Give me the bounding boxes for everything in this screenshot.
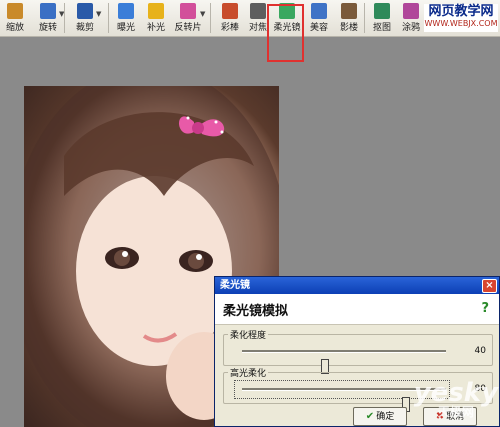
tool-rotate-button[interactable]: 旋转 ▼ bbox=[33, 2, 64, 34]
highlight-box bbox=[267, 4, 304, 62]
dialog-header: 柔光镜模拟 ? bbox=[215, 294, 499, 325]
focus-icon bbox=[250, 3, 266, 19]
tool-label: 曝光 bbox=[116, 23, 135, 33]
site-watermark-url: WWW.WEBJX.COM bbox=[424, 19, 498, 28]
tool-exposure-button[interactable]: 曝光 bbox=[114, 2, 138, 34]
site-watermark: 网页教学网 WWW.WEBJX.COM bbox=[424, 4, 498, 32]
tool-label: 彩棒 bbox=[220, 23, 239, 33]
cutout-icon bbox=[374, 3, 390, 19]
dropdown-arrow-icon[interactable]: ▼ bbox=[200, 10, 205, 18]
dropdown-arrow-icon[interactable]: ▼ bbox=[96, 10, 101, 18]
toolbar-separator bbox=[64, 3, 65, 33]
toolbar-separator bbox=[210, 3, 211, 33]
toolbar-separator bbox=[364, 3, 365, 33]
highlight-soften-label: 高光柔化 bbox=[228, 366, 269, 379]
dialog-heading: 柔光镜模拟 bbox=[223, 304, 289, 319]
tool-paint-button[interactable]: 涂鸦 bbox=[400, 2, 422, 34]
site-watermark-title: 网页教学网 bbox=[428, 4, 494, 19]
studio-icon bbox=[341, 3, 357, 19]
resize-icon bbox=[7, 3, 23, 19]
brush-icon bbox=[403, 3, 419, 19]
check-icon: ✔ bbox=[365, 411, 375, 422]
tool-label: 裁剪 bbox=[75, 23, 94, 33]
film-icon bbox=[180, 3, 196, 19]
tool-label: 旋转 bbox=[38, 23, 57, 33]
softness-value: 40 bbox=[474, 346, 486, 356]
tool-label: 补光 bbox=[146, 23, 165, 33]
tool-label: 缩放 bbox=[5, 23, 24, 33]
help-icon[interactable]: ? bbox=[481, 301, 489, 316]
face-icon bbox=[311, 3, 327, 19]
dialog-title: 柔光镜 bbox=[220, 280, 250, 291]
tool-crop-small-button[interactable]: 缩放 bbox=[4, 2, 26, 34]
tool-reverse-button[interactable]: 反转片 ▼ bbox=[172, 2, 205, 34]
yesky-watermark: yesky 天极网 bbox=[413, 378, 498, 419]
softness-track[interactable] bbox=[242, 350, 446, 374]
softness-label: 柔化程度 bbox=[228, 328, 269, 341]
fill-light-icon bbox=[148, 3, 164, 19]
yesky-logo: yesky bbox=[413, 378, 498, 408]
tool-label: 影楼 bbox=[339, 23, 358, 33]
exposure-icon bbox=[118, 3, 134, 19]
tool-shadow-button[interactable]: 影楼 bbox=[336, 2, 362, 34]
crop-icon bbox=[77, 3, 93, 19]
tool-label: 反转片 bbox=[174, 23, 202, 33]
tool-beauty-button[interactable]: 美容 bbox=[306, 2, 332, 34]
tool-fill-light-button[interactable]: 补光 bbox=[144, 2, 168, 34]
ok-label: 确定 bbox=[376, 412, 395, 422]
dialog-titlebar[interactable]: 柔光镜 × bbox=[215, 277, 499, 294]
tool-label: 抠图 bbox=[372, 23, 391, 33]
magic-wand-icon bbox=[222, 3, 238, 19]
tool-label: 美容 bbox=[309, 23, 328, 33]
tool-color-pen-button[interactable]: 彩棒 bbox=[218, 2, 242, 34]
ok-button[interactable]: ✔ 确定 bbox=[353, 407, 407, 426]
rotate-icon bbox=[40, 3, 56, 19]
softness-group: 柔化程度 40 bbox=[223, 328, 493, 374]
tool-cut-button[interactable]: 裁剪 ▼ bbox=[70, 2, 101, 34]
toolbar-separator bbox=[108, 3, 109, 33]
toolbar: 缩放 旋转 ▼ 裁剪 ▼ 曝光 补光 反转片 ▼ 彩棒 对焦 柔光镜 美容 影楼 抠图 涂鸦 网页教学网 WW… bbox=[0, 0, 500, 37]
tool-label: 涂鸦 bbox=[401, 23, 420, 33]
close-button[interactable]: × bbox=[482, 279, 497, 293]
tool-cutout-button[interactable]: 抠图 bbox=[370, 2, 394, 34]
